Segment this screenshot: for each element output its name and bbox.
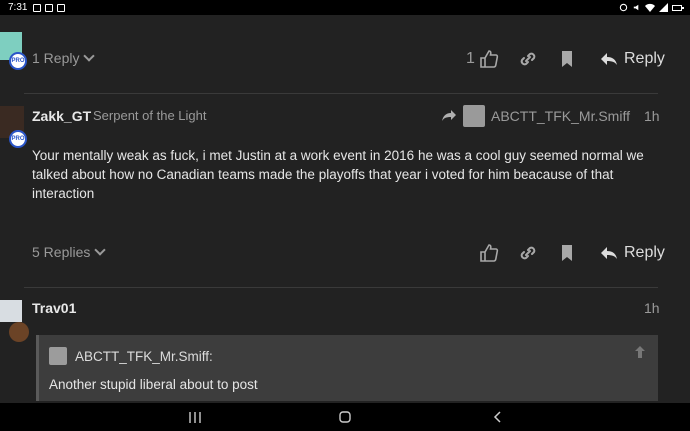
status-bar: 7:31 [0,0,690,15]
reply-to[interactable]: ABCTT_TFK_Mr.Smiff [441,105,630,127]
reply-button[interactable]: Reply [600,244,665,262]
chevron-down-icon [83,50,96,62]
avatar-badge [9,322,29,342]
back-icon [493,411,501,423]
status-time: 7:31 [8,2,28,13]
notification-icon [57,3,66,12]
recents-button[interactable] [175,403,215,431]
navigation-bar [0,403,690,431]
signal-icon [659,3,668,12]
reply-arrow-icon [601,247,617,259]
recents-icon [189,411,201,423]
status-system-icons [619,0,684,15]
like-icon[interactable] [479,49,499,69]
reply-to-arrow-icon [442,110,456,121]
divider [24,287,658,288]
notification-icon [45,3,54,12]
post-body: Your mentally weak as fuck, i met Justin… [32,148,644,201]
pro-badge: PRO [9,130,27,148]
post-time: 1h [644,108,660,124]
avatar [49,347,67,365]
reply-button[interactable]: Reply [600,50,665,68]
status-notification-icons [33,3,66,12]
quote-author: ABCTT_TFK_Mr.Smiff: [75,348,213,364]
avatar[interactable] [0,300,22,322]
post-time: 1h [644,300,660,316]
quote-block: ABCTT_TFK_Mr.Smiff: Another stupid liber… [36,335,658,401]
quote-header: ABCTT_TFK_Mr.Smiff: [49,347,213,365]
link-icon[interactable] [518,243,538,263]
replies-toggle[interactable]: 1 Reply [32,50,96,66]
home-button[interactable] [325,403,365,431]
bookmark-icon[interactable] [557,49,577,69]
replies-label: 5 Replies [32,244,91,260]
link-icon[interactable] [518,49,538,69]
reply-label: Reply [624,50,665,67]
mute-icon [633,4,639,11]
username[interactable]: Trav01 [32,300,76,316]
battery-icon [672,4,684,11]
notification-icon [33,3,42,12]
reply-arrow-icon [601,53,617,65]
wifi-icon [645,3,655,12]
arrow-up-icon[interactable] [634,345,646,359]
alarm-icon [619,3,628,12]
pro-badge: PRO [9,52,27,70]
home-icon [339,411,351,423]
replies-label: 1 Reply [32,50,80,66]
like-icon[interactable] [479,243,499,263]
user-title: Serpent of the Light [93,108,207,123]
reply-to-username: ABCTT_TFK_Mr.Smiff [491,108,630,124]
like-count: 1 [466,50,475,67]
replies-toggle[interactable]: 5 Replies [32,244,107,260]
quote-text: Another stupid liberal about to post [49,377,258,392]
back-button[interactable] [477,403,517,431]
divider [24,93,658,94]
chevron-down-icon [94,244,107,256]
username[interactable]: Zakk_GT [32,108,91,124]
avatar [463,105,485,127]
reply-label: Reply [624,244,665,261]
bookmark-icon[interactable] [557,243,577,263]
